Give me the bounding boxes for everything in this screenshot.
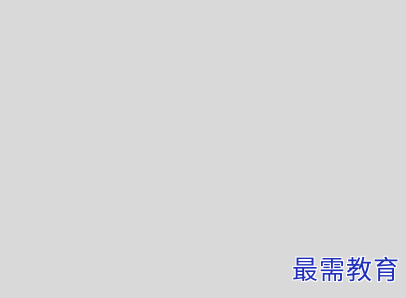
watermark-logo-text: 最需教育 [291,256,400,286]
blank-canvas [0,0,406,298]
